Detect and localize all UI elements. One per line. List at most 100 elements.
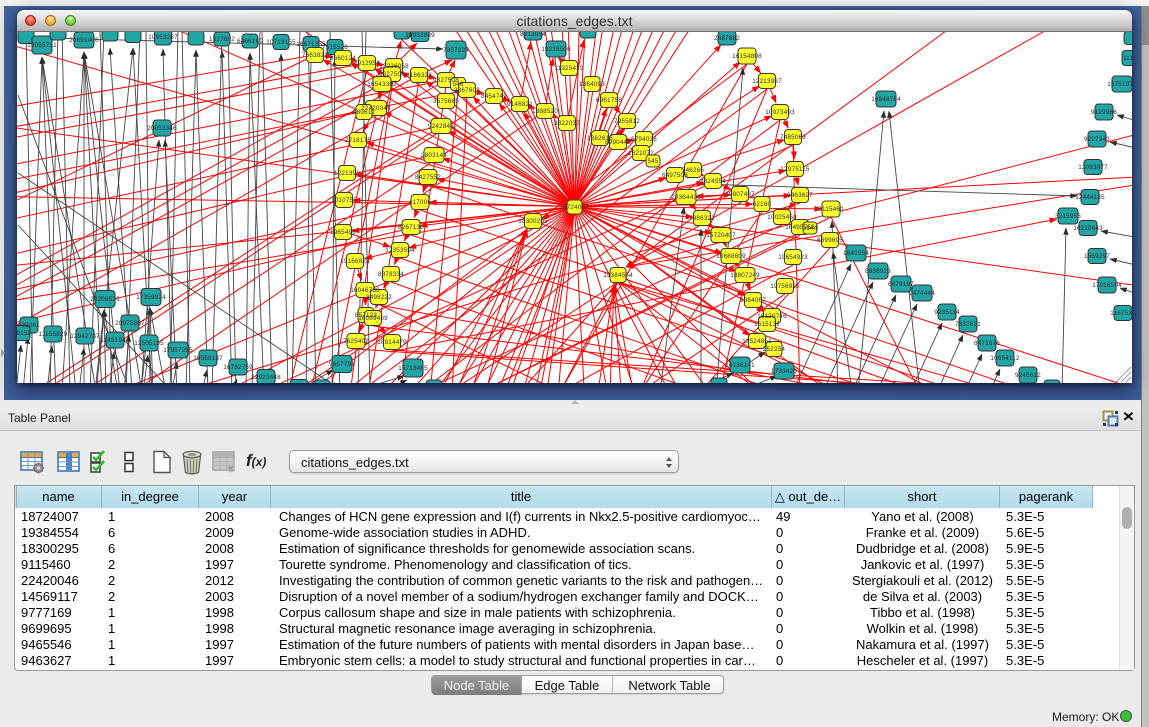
svg-text:17016504: 17016504 <box>1092 282 1122 289</box>
svg-text:7955812: 7955812 <box>614 118 640 125</box>
svg-text:16046738: 16046738 <box>350 287 380 294</box>
svg-text:12942737: 12942737 <box>70 333 100 340</box>
svg-text:1221398: 1221398 <box>334 170 360 177</box>
svg-text:15751074: 15751074 <box>1107 81 1132 88</box>
svg-text:10807487: 10807487 <box>725 191 755 198</box>
svg-text:20975867: 20975867 <box>115 320 145 327</box>
svg-text:20691406: 20691406 <box>69 37 99 44</box>
svg-text:11325419: 11325419 <box>554 65 583 72</box>
svg-text:9129966: 9129966 <box>1091 109 1117 116</box>
svg-text:18300295: 18300295 <box>518 218 548 225</box>
svg-text:9235114: 9235114 <box>934 309 960 316</box>
svg-text:1615132: 1615132 <box>754 321 780 328</box>
svg-text:19055721: 19055721 <box>27 42 57 49</box>
svg-text:11156829: 11156829 <box>39 331 68 338</box>
svg-text:12444135: 12444135 <box>1075 194 1105 201</box>
svg-text:19654923: 19654923 <box>778 254 808 261</box>
svg-text:7515526: 7515526 <box>322 44 348 51</box>
svg-text:7625402: 7625402 <box>343 338 369 345</box>
svg-text:6679197: 6679197 <box>888 281 914 288</box>
svg-text:10719155: 10719155 <box>266 39 296 46</box>
svg-text:8990448: 8990448 <box>605 139 631 146</box>
svg-text:9327506: 9327506 <box>379 71 405 78</box>
svg-text:6699695: 6699695 <box>817 237 843 244</box>
svg-text:16120746: 16120746 <box>757 313 787 320</box>
svg-text:6961758: 6961758 <box>596 97 622 104</box>
svg-text:7357224: 7357224 <box>443 47 469 54</box>
svg-text:3498222: 3498222 <box>366 294 392 301</box>
svg-text:1864093: 1864093 <box>579 81 605 88</box>
svg-text:16099489: 16099489 <box>358 315 388 322</box>
svg-text:2803144: 2803144 <box>421 152 447 159</box>
svg-text:3824554: 3824554 <box>700 178 726 185</box>
svg-text:3215958: 3215958 <box>1055 213 1081 220</box>
svg-text:62160: 62160 <box>753 201 772 208</box>
svg-text:9227343: 9227343 <box>1084 136 1110 143</box>
svg-text:13226058: 13226058 <box>379 63 409 70</box>
svg-text:16782759: 16782759 <box>223 364 253 371</box>
svg-text:10688609: 10688609 <box>716 253 746 260</box>
svg-text:9474444: 9474444 <box>909 290 935 297</box>
svg-text:12213987: 12213987 <box>752 78 782 85</box>
svg-text:19756928: 19756928 <box>770 283 800 290</box>
svg-text:16648784: 16648784 <box>871 96 901 103</box>
svg-text:9242848: 9242848 <box>428 123 454 130</box>
svg-text:19384554: 19384554 <box>603 272 633 279</box>
svg-text:8186328: 8186328 <box>406 72 432 79</box>
svg-text:14136141: 14136141 <box>725 362 755 369</box>
svg-text:8454749: 8454749 <box>481 93 507 100</box>
svg-text:13524851: 13524851 <box>742 338 772 345</box>
svg-text:17957255: 17957255 <box>163 347 193 354</box>
svg-text:9245612: 9245612 <box>1015 372 1041 379</box>
svg-text:10853267: 10853267 <box>148 34 178 41</box>
svg-text:9115460: 9115460 <box>818 206 844 213</box>
svg-text:9084067: 9084067 <box>740 297 766 304</box>
svg-text:1388520: 1388520 <box>532 108 558 115</box>
svg-text:3822037: 3822037 <box>554 120 580 127</box>
svg-text:8471676: 8471676 <box>974 340 1000 347</box>
svg-text:7663822: 7663822 <box>302 52 328 59</box>
svg-text:18807249: 18807249 <box>730 272 760 279</box>
svg-text:3575685: 3575685 <box>433 98 459 105</box>
svg-text:1117: 1117 <box>1123 55 1132 62</box>
svg-text:11451944: 11451944 <box>100 337 129 344</box>
svg-text:6497508: 6497508 <box>662 172 688 179</box>
svg-text:12923448: 12923448 <box>251 374 281 381</box>
svg-text:1640954: 1640954 <box>843 250 869 257</box>
svg-text:989612: 989612 <box>353 109 376 116</box>
svg-text:1733426: 1733426 <box>771 368 797 375</box>
svg-text:39159: 39159 <box>17 330 32 337</box>
svg-text:16033809: 16033809 <box>405 32 435 39</box>
svg-text:20364436: 20364436 <box>671 194 701 201</box>
svg-text:2718176: 2718176 <box>345 137 371 144</box>
svg-text:16154808: 16154808 <box>732 53 762 60</box>
svg-text:16543382: 16543382 <box>367 81 397 88</box>
svg-text:545: 545 <box>647 158 658 165</box>
svg-text:10654112: 10654112 <box>990 355 1019 362</box>
svg-text:1527602: 1527602 <box>209 36 235 43</box>
svg-text:12975115: 12975115 <box>780 166 809 173</box>
svg-text:20053346: 20053346 <box>147 125 177 132</box>
svg-text:435061: 435061 <box>18 322 41 329</box>
svg-text:15720407: 15720407 <box>706 232 736 239</box>
svg-text:1167535: 1167535 <box>1110 310 1132 317</box>
svg-text:8813054: 8813054 <box>520 32 546 38</box>
svg-text:6794028: 6794028 <box>631 136 657 143</box>
svg-text:6466160: 6466160 <box>237 38 263 45</box>
svg-text:1621072: 1621072 <box>628 150 654 157</box>
svg-text:417006: 417006 <box>409 199 432 206</box>
svg-text:10025458: 10025458 <box>767 214 797 221</box>
svg-text:1010755: 1010755 <box>331 197 357 204</box>
svg-text:15718485: 15718485 <box>398 365 428 372</box>
svg-text:10973493: 10973493 <box>765 109 795 116</box>
svg-text:8912954: 8912954 <box>354 60 380 67</box>
svg-text:7632621: 7632621 <box>955 321 981 328</box>
svg-text:12093877: 12093877 <box>1078 164 1108 171</box>
svg-text:8267130: 8267130 <box>398 224 424 231</box>
svg-text:19166825: 19166825 <box>340 258 370 265</box>
svg-text:12505135: 12505135 <box>134 340 164 347</box>
svg-text:12353594: 12353594 <box>385 247 415 254</box>
svg-text:16914479: 16914479 <box>377 339 407 346</box>
svg-text:252254: 252254 <box>763 346 786 353</box>
svg-text:1569297: 1569297 <box>1084 253 1110 260</box>
